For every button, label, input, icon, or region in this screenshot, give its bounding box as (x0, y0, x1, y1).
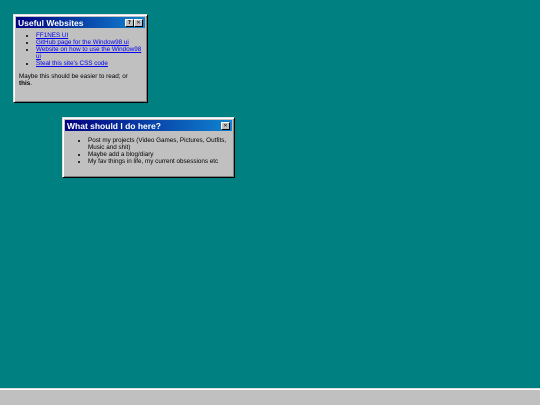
list-item: GitHub page for the Window98 ui (36, 39, 142, 46)
note-end: . (30, 80, 32, 87)
link-github-window98[interactable]: GitHub page for the Window98 ui (36, 39, 129, 46)
help-button[interactable]: ? (125, 18, 134, 27)
todo-content: Post my projects (Video Games, Pictures,… (65, 131, 232, 167)
links-list: FF1NES UI GitHub page for the Window98 u… (19, 32, 142, 67)
list-item: My fav things in life, my current obsess… (88, 158, 229, 165)
list-item: Steal this site's CSS code (36, 60, 142, 67)
window-title: What should I do here? (67, 120, 161, 131)
link-steal-css[interactable]: Steal this site's CSS code (36, 60, 108, 67)
close-button[interactable]: ✕ (134, 18, 143, 27)
link-ff1nes-ui[interactable]: FF1NES UI (36, 32, 68, 39)
useful-websites-content: FF1NES UI GitHub page for the Window98 u… (16, 28, 145, 89)
link-how-to-use-window98[interactable]: Website on how to use the Window98 ui (36, 46, 141, 60)
todo-window[interactable]: What should I do here? ✕ Post my project… (62, 117, 235, 178)
useful-websites-window[interactable]: Useful Websites ? ✕ FF1NES UI GitHub pag… (13, 14, 148, 103)
useful-websites-titlebar[interactable]: Useful Websites ? ✕ (16, 17, 145, 28)
list-item: Post my projects (Video Games, Pictures,… (88, 137, 229, 151)
note-main: Maybe this should be easier to read; or (19, 73, 128, 80)
todo-list: Post my projects (Video Games, Pictures,… (68, 137, 229, 165)
list-item: Website on how to use the Window98 ui (36, 46, 142, 60)
note-bold: this (19, 80, 31, 87)
list-item: Maybe add a blog/diary (88, 151, 229, 158)
taskbar (0, 388, 540, 405)
list-item: FF1NES UI (36, 32, 142, 39)
window-title: Useful Websites (18, 17, 84, 28)
note-text: Maybe this should be easier to read; or … (19, 73, 142, 87)
todo-titlebar[interactable]: What should I do here? ✕ (65, 120, 232, 131)
close-button[interactable]: ✕ (221, 121, 230, 130)
